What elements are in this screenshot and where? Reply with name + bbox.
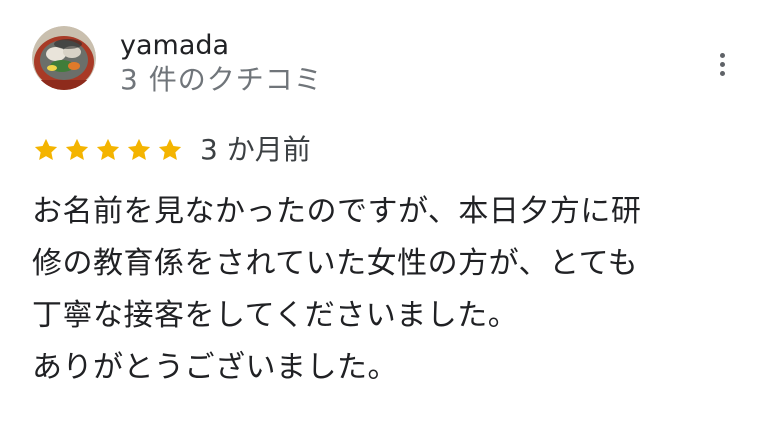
review-count[interactable]: 3 件のクチコミ: [120, 62, 323, 98]
star-icon: [65, 138, 89, 161]
more-vertical-icon-dot: [719, 61, 725, 67]
star-icon: [127, 138, 151, 161]
review-text-line: お名前を見なかったのですが、本日夕方に研: [32, 194, 642, 229]
star-icon: [34, 138, 58, 161]
review-text-line: ありがとうございました。: [32, 350, 398, 385]
more-vertical-icon-dot: [719, 70, 725, 76]
review-text-line: 丁寧な接客をしてくださいました。: [32, 298, 519, 333]
star-rating: [32, 136, 184, 164]
review-card: yamada 3 件のクチコミ 3 か月前 お名前を見なかったのですが、本日夕方…: [0, 0, 772, 434]
more-options-button[interactable]: [704, 44, 740, 84]
star-icon: [96, 138, 120, 161]
rating-row: 3 か月前: [32, 132, 311, 168]
review-text-line: 修の教育係をされていた女性の方が、とても: [32, 246, 639, 281]
review-time: 3 か月前: [200, 133, 311, 166]
reviewer-avatar[interactable]: [32, 26, 96, 90]
reviewer-name[interactable]: yamada: [120, 30, 229, 62]
food-photo-avatar-icon: [32, 26, 96, 90]
star-icon: [158, 138, 182, 161]
review-text: お名前を見なかったのですが、本日夕方に研 修の教育係をされていた女性の方が、とて…: [32, 186, 752, 394]
more-vertical-icon-dot: [719, 52, 725, 58]
